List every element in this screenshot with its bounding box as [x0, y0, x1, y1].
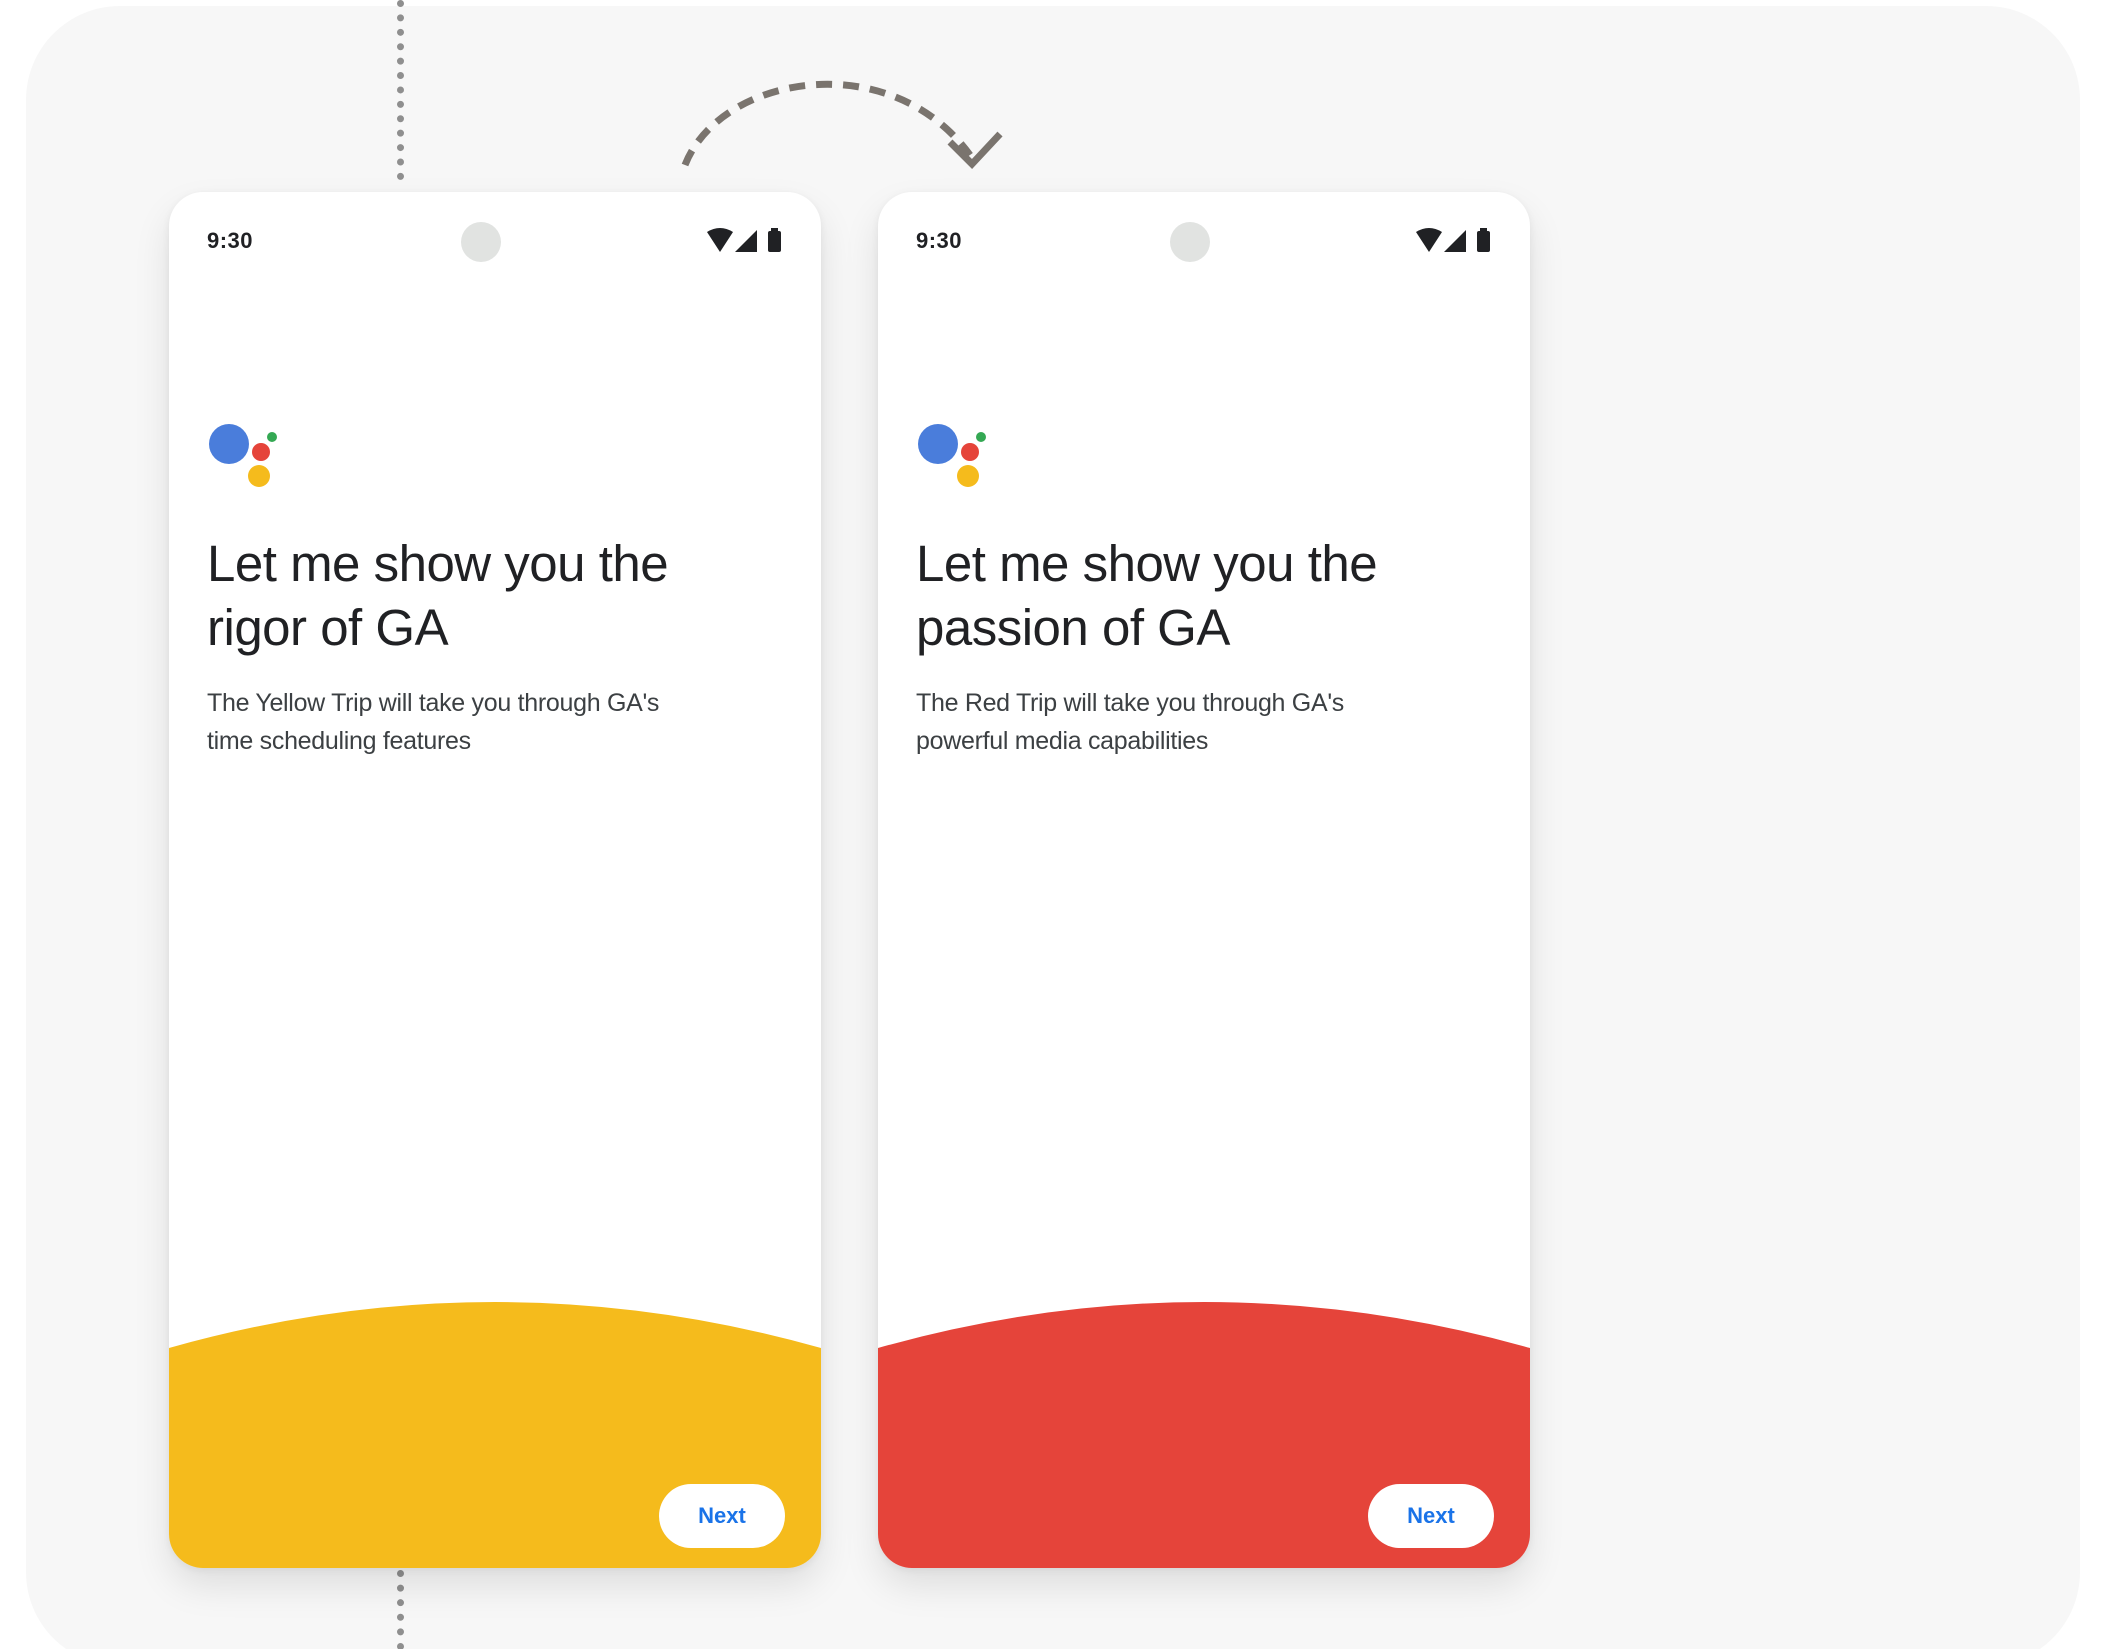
description-line-1: The Yellow Trip will take you through GA…: [207, 689, 660, 717]
next-button[interactable]: Next: [1368, 1484, 1494, 1548]
status-icons: [1416, 228, 1490, 252]
phone-screen-yellow-trip: 9:30 Let me show you the rigor of GA The…: [169, 192, 821, 1568]
battery-icon: [1477, 228, 1490, 252]
status-time: 9:30: [207, 228, 254, 253]
description-line-2: time scheduling features: [207, 727, 471, 755]
next-button[interactable]: Next: [659, 1484, 785, 1548]
headline: Let me show you the rigor of GA: [207, 532, 787, 660]
canvas: 9:30 Let me show you the rigor of GA The…: [0, 0, 2105, 1649]
headline-line-1: Let me show you the: [207, 535, 669, 592]
google-assistant-logo-icon: [918, 424, 986, 487]
wifi-icon: [707, 228, 733, 252]
description: The Red Trip will take you through GA's …: [916, 684, 1476, 760]
battery-icon: [768, 228, 781, 252]
wifi-icon: [1416, 228, 1442, 252]
signal-icon: [1444, 230, 1466, 252]
description-line-2: powerful media capabilities: [916, 727, 1209, 755]
flow-arrow-icon: [681, 80, 1003, 170]
signal-icon: [735, 230, 757, 252]
status-time: 9:30: [916, 228, 963, 253]
headline-line-1: Let me show you the: [916, 535, 1378, 592]
camera-cutout: [1170, 222, 1210, 262]
headline-line-2: passion of GA: [916, 599, 1230, 656]
flow-connector-bottom: [397, 1570, 404, 1649]
phone-screen-red-trip: 9:30 Let me show you the passion of GA T…: [878, 192, 1530, 1568]
description: The Yellow Trip will take you through GA…: [207, 684, 767, 760]
camera-cutout: [461, 222, 501, 262]
google-assistant-logo-icon: [209, 424, 277, 487]
description-line-1: The Red Trip will take you through GA's: [916, 689, 1344, 717]
headline: Let me show you the passion of GA: [916, 532, 1496, 660]
headline-line-2: rigor of GA: [207, 599, 449, 656]
status-icons: [707, 228, 781, 252]
flow-connector-top: [397, 0, 404, 180]
